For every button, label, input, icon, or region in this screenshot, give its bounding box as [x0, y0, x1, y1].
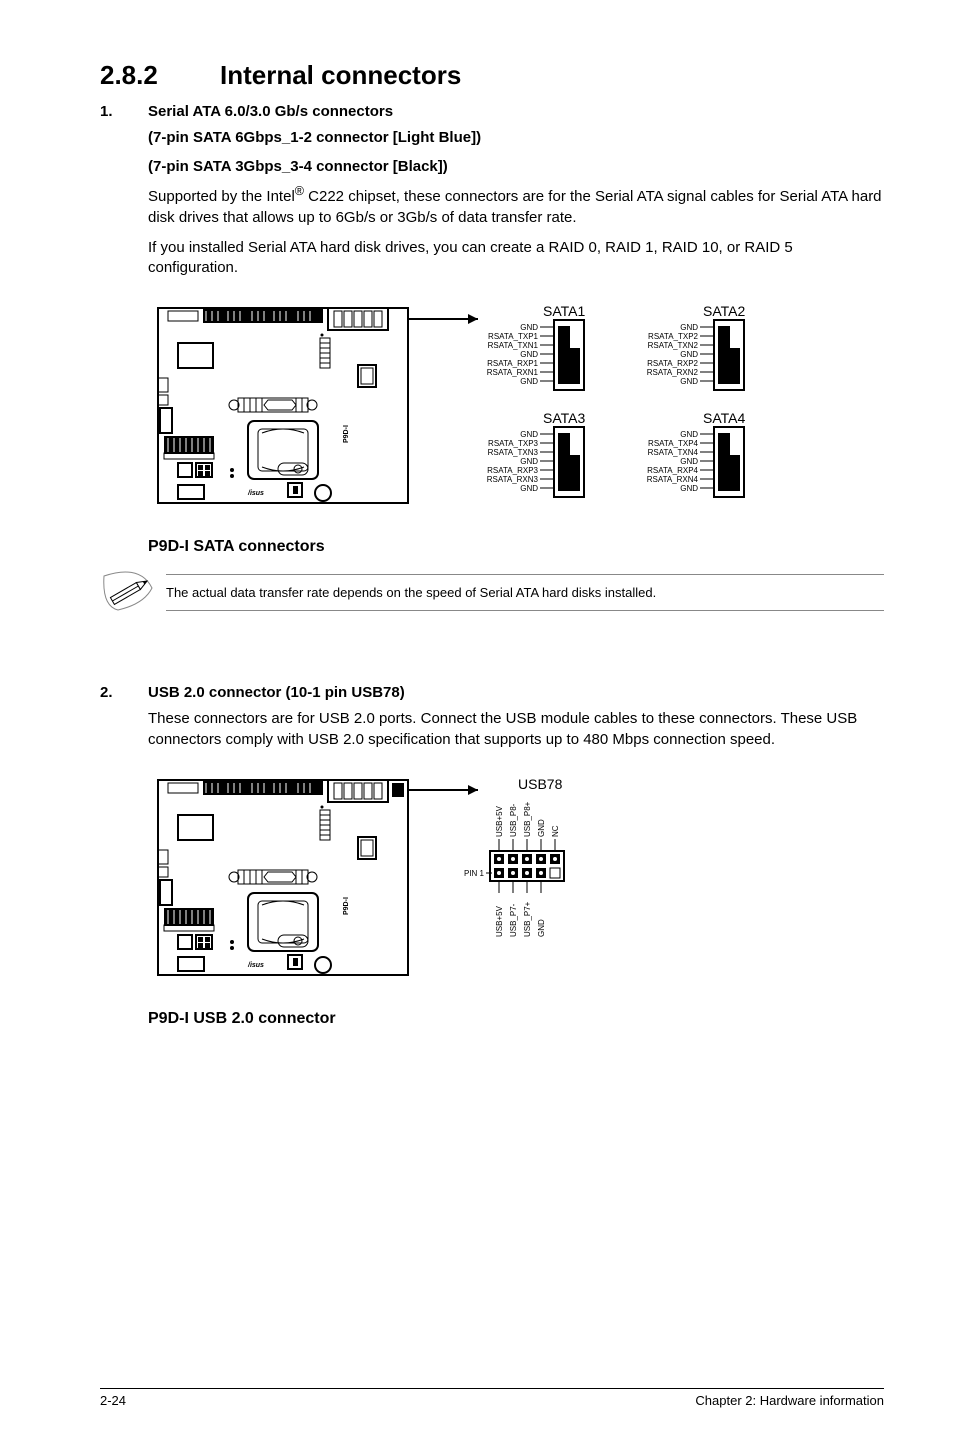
svg-text:USB+5V: USB+5V	[495, 805, 504, 837]
footer-chapter: Chapter 2: Hardware information	[695, 1393, 884, 1408]
svg-text:RSATA_TXP4: RSATA_TXP4	[648, 439, 698, 448]
svg-text:GND: GND	[537, 919, 546, 937]
svg-text:GND: GND	[680, 350, 698, 359]
sata1-label: SATA1	[543, 303, 585, 319]
usb78-label: USB78	[518, 776, 563, 792]
svg-text:RSATA_TXN2: RSATA_TXN2	[648, 341, 699, 350]
svg-text:RSATA_TXN1: RSATA_TXN1	[488, 341, 539, 350]
board-brand-2: /isus	[247, 962, 264, 969]
note-block: The actual data transfer rate depends on…	[100, 570, 884, 614]
usb-diagram-svg: /isus P9D-I USB78 USB+5V USB_P8- USB_P8+	[148, 770, 668, 1000]
item-1-title: Serial ATA 6.0/3.0 Gb/s connectors	[148, 103, 884, 120]
pencil-icon	[100, 570, 156, 614]
section-number: 2.8.2	[100, 60, 220, 91]
svg-text:RSATA_TXN4: RSATA_TXN4	[648, 448, 699, 457]
sata-diagram-svg: /isus P9D-I SATA1 G	[148, 298, 848, 528]
item-1: 1. Serial ATA 6.0/3.0 Gb/s connectors (7…	[100, 103, 884, 288]
svg-text:GND: GND	[680, 377, 698, 386]
item-2-title: USB 2.0 connector (10-1 pin USB78)	[148, 684, 884, 701]
board-brand: /isus	[247, 490, 264, 497]
section-title: Internal connectors	[220, 60, 461, 91]
page-footer: 2-24 Chapter 2: Hardware information	[100, 1388, 884, 1408]
sata-diagram: /isus P9D-I SATA1 G	[148, 298, 884, 556]
svg-text:RSATA_RXP4: RSATA_RXP4	[647, 466, 698, 475]
pin1-label: PIN 1	[464, 869, 485, 878]
svg-text:USB_P7+: USB_P7+	[523, 901, 532, 937]
svg-text:GND: GND	[537, 819, 546, 837]
svg-text:GND: GND	[520, 484, 538, 493]
item-1-para2: If you installed Serial ATA hard disk dr…	[148, 238, 884, 279]
svg-text:GND: GND	[520, 430, 538, 439]
svg-text:RSATA_TXN3: RSATA_TXN3	[488, 448, 539, 457]
svg-text:GND: GND	[520, 457, 538, 466]
item-2-number: 2.	[100, 684, 148, 760]
svg-text:GND: GND	[680, 323, 698, 332]
board-label-2: P9D-I	[343, 897, 350, 915]
board-label: P9D-I	[343, 425, 350, 443]
svg-text:GND: GND	[520, 377, 538, 386]
svg-text:RSATA_TXP3: RSATA_TXP3	[488, 439, 538, 448]
svg-text:RSATA_RXP1: RSATA_RXP1	[487, 359, 538, 368]
svg-text:RSATA_RXP3: RSATA_RXP3	[487, 466, 538, 475]
svg-text:USB_P8-: USB_P8-	[509, 803, 518, 837]
svg-text:NC: NC	[551, 825, 560, 837]
svg-text:GND: GND	[680, 457, 698, 466]
sata3-label: SATA3	[543, 410, 585, 426]
footer-page-number: 2-24	[100, 1393, 126, 1408]
svg-text:GND: GND	[520, 323, 538, 332]
sata-connector-group: SATA1 GND RSATA_TXP1 RSATA_TXN1 GND RSAT…	[487, 303, 746, 497]
svg-text:RSATA_RXN1: RSATA_RXN1	[487, 368, 539, 377]
svg-text:USB_P7-: USB_P7-	[509, 903, 518, 937]
item-2-para: These connectors are for USB 2.0 ports. …	[148, 709, 884, 750]
svg-text:USB+5V: USB+5V	[495, 905, 504, 937]
usb-diagram-caption: P9D-I USB 2.0 connector	[148, 1010, 884, 1028]
svg-text:RSATA_TXP2: RSATA_TXP2	[648, 332, 698, 341]
item-1-sub1: (7-pin SATA 6Gbps_1-2 connector [Light B…	[148, 128, 884, 148]
svg-text:RSATA_TXP1: RSATA_TXP1	[488, 332, 538, 341]
svg-text:RSATA_RXN2: RSATA_RXN2	[647, 368, 699, 377]
svg-text:GND: GND	[520, 350, 538, 359]
item-1-sub2: (7-pin SATA 3Gbps_3-4 connector [Black])	[148, 158, 884, 175]
svg-text:USB_P8+: USB_P8+	[523, 801, 532, 837]
sata-diagram-caption: P9D-I SATA connectors	[148, 538, 884, 556]
sata2-label: SATA2	[703, 303, 745, 319]
item-2: 2. USB 2.0 connector (10-1 pin USB78) Th…	[100, 684, 884, 760]
svg-text:RSATA_RXN4: RSATA_RXN4	[647, 475, 699, 484]
note-text: The actual data transfer rate depends on…	[166, 574, 884, 611]
svg-text:RSATA_RXN3: RSATA_RXN3	[487, 475, 539, 484]
item-1-number: 1.	[100, 103, 148, 288]
svg-text:GND: GND	[680, 484, 698, 493]
sata4-label: SATA4	[703, 410, 745, 426]
item-1-para1-a: Supported by the Intel	[148, 188, 295, 205]
svg-text:RSATA_RXP2: RSATA_RXP2	[647, 359, 698, 368]
registered-mark: ®	[295, 184, 304, 198]
svg-text:GND: GND	[680, 430, 698, 439]
section-heading: 2.8.2 Internal connectors	[100, 60, 884, 91]
usb-diagram: /isus P9D-I USB78 USB+5V USB_P8- USB_P8+	[148, 770, 884, 1028]
item-1-para1: Supported by the Intel® C222 chipset, th…	[148, 183, 884, 228]
